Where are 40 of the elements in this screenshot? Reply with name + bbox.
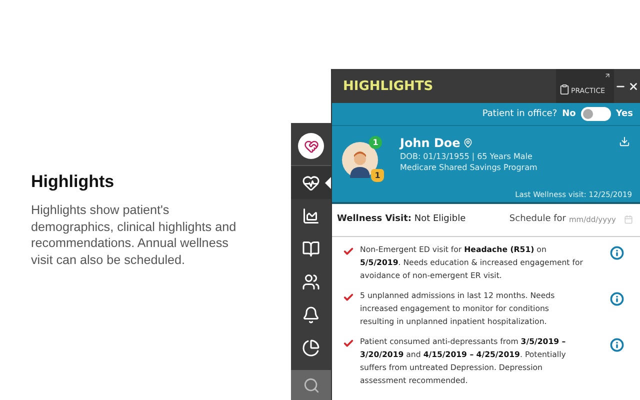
clipboard-icon xyxy=(559,84,570,95)
wellness-status: Wellness Visit: Not Eligible xyxy=(337,214,466,224)
toggle-off-label: No xyxy=(562,109,576,119)
location-pin-icon xyxy=(463,138,474,148)
section-title: Highlights xyxy=(31,172,116,192)
download-button[interactable] xyxy=(619,136,630,147)
panel-title: HIGHLIGHTS xyxy=(343,78,434,94)
patient-program: Medicare Shared Savings Program xyxy=(400,163,538,172)
sidebar-item-icon xyxy=(302,206,320,224)
download-icon xyxy=(619,136,630,147)
schedule-label: Schedule for xyxy=(509,214,566,224)
info-icon xyxy=(610,246,624,260)
message-count: 1 xyxy=(369,136,382,149)
info-button[interactable] xyxy=(610,246,624,260)
person-icon xyxy=(348,150,372,178)
check-icon xyxy=(343,292,354,303)
sidebar-item[interactable] xyxy=(291,165,331,199)
sidebar-item-icon xyxy=(302,272,320,290)
info-icon xyxy=(610,292,624,306)
patient-name: John Doe xyxy=(400,136,460,150)
expand-icon xyxy=(604,72,611,79)
alert-count: 1 xyxy=(371,169,384,182)
toggle-on-label: Yes xyxy=(616,109,633,119)
sidebar-item-icon xyxy=(302,306,320,324)
search-button[interactable] xyxy=(291,370,331,400)
office-question: Patient in office? xyxy=(482,109,558,119)
sidebar-item-icon xyxy=(302,338,320,356)
check-icon xyxy=(343,246,354,257)
patient-details: DOB: 01/13/1955 | 65 Years Male xyxy=(400,152,534,161)
info-button[interactable] xyxy=(610,338,624,352)
info-button[interactable] xyxy=(610,292,624,306)
section-description: Highlights show patient's demographics, clinical highlights and recommendations. Annual wellness visit can also be scheduled. xyxy=(31,202,238,268)
close-icon xyxy=(628,80,639,92)
check-icon xyxy=(343,338,354,349)
sidebar-item-icon xyxy=(302,240,320,258)
sidebar-item-icon xyxy=(302,174,320,192)
search-icon xyxy=(302,376,320,394)
info-icon xyxy=(610,338,624,352)
office-toggle[interactable] xyxy=(580,107,611,121)
close-button[interactable] xyxy=(627,80,640,92)
